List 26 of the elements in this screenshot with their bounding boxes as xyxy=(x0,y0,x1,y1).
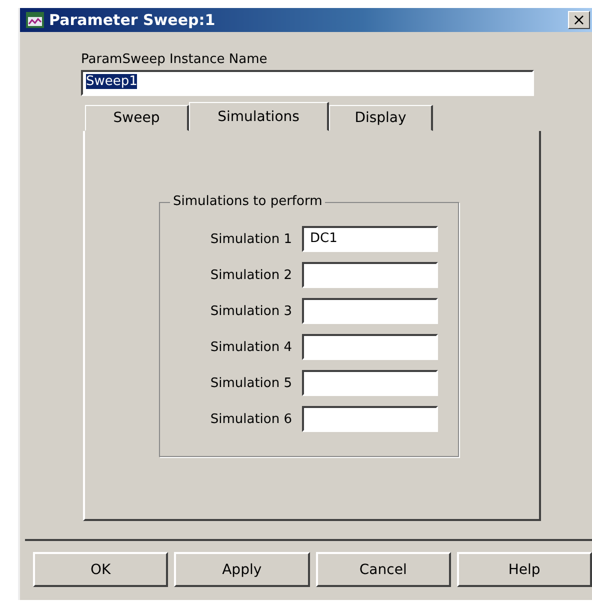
field-label: Simulation 4 xyxy=(209,340,292,354)
window-title: Parameter Sweep:1 xyxy=(49,11,216,29)
input-field[interactable] xyxy=(302,262,438,288)
tab[interactable]: Display xyxy=(329,105,433,131)
tab[interactable]: Sweep xyxy=(85,105,189,131)
input-field[interactable]: DC1 xyxy=(302,226,438,252)
dialog-button[interactable]: Help xyxy=(456,552,592,587)
field-label: Simulation 6 xyxy=(209,412,292,426)
dialog-button[interactable]: OK xyxy=(33,552,168,587)
input-field[interactable] xyxy=(302,406,438,432)
field-label: Simulation 2 xyxy=(209,268,292,282)
dialog-button[interactable]: Cancel xyxy=(316,552,451,587)
input-field[interactable] xyxy=(302,334,438,360)
field-label: Simulation 3 xyxy=(209,304,292,318)
field-label: Simulation 1 xyxy=(209,232,292,246)
app-icon xyxy=(26,12,44,28)
field-label: ParamSweep Instance Name xyxy=(81,52,268,67)
field-label: Simulation 5 xyxy=(209,376,292,390)
dialog-button[interactable]: Apply xyxy=(174,552,310,587)
close-button[interactable]: × xyxy=(568,11,590,29)
input-field[interactable] xyxy=(302,370,438,396)
tab[interactable]: Simulations xyxy=(189,102,329,131)
field-value: Sweep1 xyxy=(86,74,138,89)
group-title: Simulations to perform xyxy=(170,194,326,209)
input-field[interactable] xyxy=(302,298,438,324)
name-field[interactable]: Sweep1 xyxy=(81,70,534,96)
